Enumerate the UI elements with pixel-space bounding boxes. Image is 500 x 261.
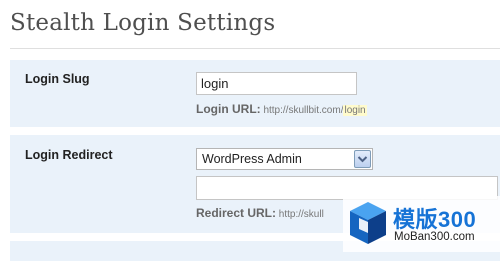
login-url-separator: :: [256, 102, 261, 116]
login-redirect-selected: WordPress Admin: [202, 152, 302, 166]
cube-logo-icon: [350, 202, 386, 244]
login-slug-label: Login Slug: [25, 72, 90, 86]
redirect-url-help: Redirect URL: http://skull: [196, 206, 324, 220]
redirect-url-separator: :: [272, 206, 277, 220]
page-title: Stealth Login Settings: [10, 10, 276, 36]
chevron-down-icon[interactable]: [354, 150, 371, 168]
login-redirect-select[interactable]: WordPress Admin: [196, 148, 373, 170]
login-url-label: Login URL: [196, 102, 257, 116]
redirect-url-label: Redirect URL: [196, 206, 273, 220]
watermark-url: MoBan300.com: [394, 231, 475, 243]
redirect-url-prefix: http://skull: [278, 209, 324, 220]
login-url-prefix: http://skullbit.com/: [263, 105, 344, 116]
login-slug-input[interactable]: [196, 72, 357, 95]
watermark: 模版300 MoBan300.com: [343, 196, 500, 252]
login-url-slug: login: [343, 105, 367, 116]
watermark-text: 模版300: [393, 207, 477, 232]
login-slug-row: Login Slug Login URL: http://skullbit.co…: [10, 60, 500, 127]
login-url-help: Login URL: http://skullbit.com/login: [196, 102, 367, 116]
login-redirect-label: Login Redirect: [25, 148, 113, 162]
title-divider: [10, 48, 500, 49]
